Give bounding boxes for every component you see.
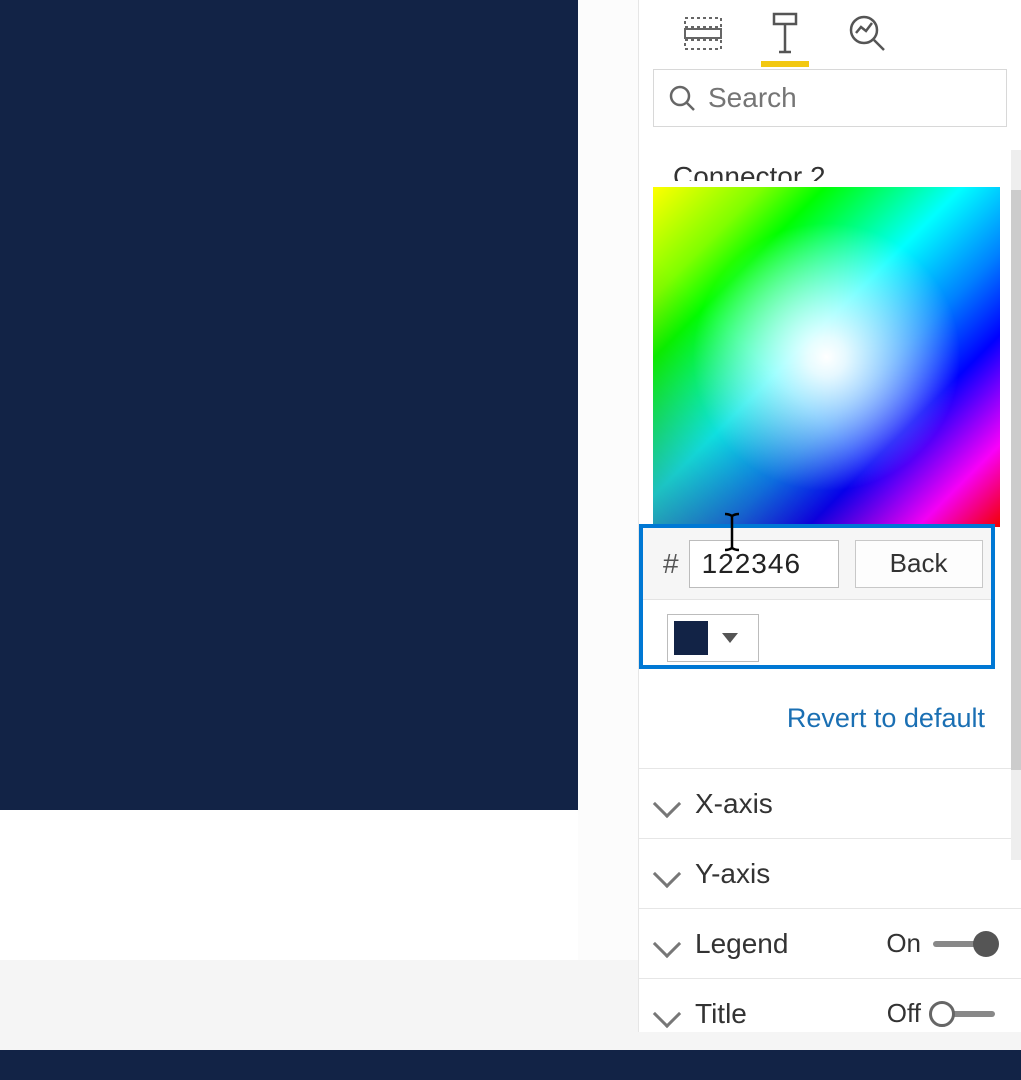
spectrum-shade [653, 187, 1000, 527]
chevron-down-icon [653, 999, 681, 1027]
toggle-text: Off [887, 998, 921, 1029]
section-toggle-group: On [886, 928, 995, 959]
visual-background [0, 0, 578, 810]
hex-input[interactable] [689, 540, 839, 588]
panel-scrollbar[interactable] [1011, 150, 1021, 860]
gutter [578, 0, 638, 960]
chevron-down-icon [653, 859, 681, 887]
toggle-knob [929, 1001, 955, 1027]
chevron-down-icon [653, 929, 681, 957]
format-tab[interactable] [765, 13, 805, 53]
color-spectrum-picker[interactable] [653, 187, 1000, 527]
section-label: X-axis [695, 788, 773, 820]
color-swatch [674, 621, 708, 655]
active-tab-underline [761, 61, 809, 67]
section-label: Title [695, 998, 747, 1030]
section-y-axis[interactable]: Y-axis [639, 838, 1021, 908]
section-label: Legend [695, 928, 788, 960]
scrollbar-thumb[interactable] [1011, 190, 1021, 770]
section-title[interactable]: Title Off [639, 978, 1021, 1048]
title-toggle[interactable] [933, 1011, 995, 1017]
spectrum-highlight [653, 187, 1000, 527]
toggle-knob [973, 931, 999, 957]
analytics-tab[interactable] [847, 13, 887, 53]
legend-toggle[interactable] [933, 941, 995, 947]
format-sections: X-axis Y-axis Legend On Title Off [639, 768, 1021, 1048]
fields-tab[interactable] [683, 13, 723, 53]
visualizations-format-panel: Connector 2 # Back Reve [638, 0, 1021, 1032]
report-canvas [0, 0, 578, 960]
chevron-down-icon [653, 789, 681, 817]
hash-label: # [663, 548, 679, 580]
bottom-bar [0, 1050, 1021, 1080]
color-swatch-dropdown[interactable] [667, 614, 759, 662]
truncated-section-header: Connector 2 [673, 157, 1021, 181]
hex-entry-highlight: # Back [639, 524, 995, 669]
revert-to-default-link[interactable]: Revert to default [639, 703, 1021, 734]
back-button[interactable]: Back [855, 540, 983, 588]
section-toggle-group: Off [887, 998, 995, 1029]
search-box[interactable] [653, 69, 1007, 127]
section-legend[interactable]: Legend On [639, 908, 1021, 978]
panel-tabs [639, 0, 1021, 65]
hex-row: # Back [643, 528, 991, 600]
chevron-down-icon [722, 633, 738, 643]
search-input[interactable] [708, 82, 968, 114]
toggle-text: On [886, 928, 921, 959]
search-icon [668, 84, 696, 112]
section-x-axis[interactable]: X-axis [639, 768, 1021, 838]
section-label: Y-axis [695, 858, 770, 890]
